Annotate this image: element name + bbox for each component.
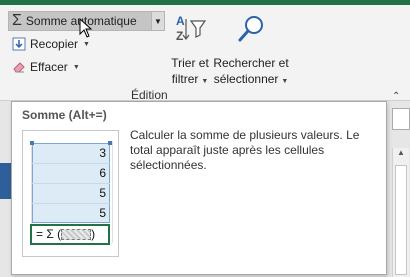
- sigma-icon: Σ: [12, 12, 22, 29]
- example-sum-formula: = Σ (): [30, 224, 110, 245]
- formula-suffix: ): [91, 227, 96, 241]
- clear-button[interactable]: Effacer ▼: [12, 60, 80, 74]
- chevron-down-icon: ▼: [83, 40, 90, 48]
- svg-text:Z: Z: [176, 29, 183, 43]
- formula-prefix: = Σ (: [36, 227, 62, 241]
- tooltip-title: Somme (Alt+=): [22, 108, 107, 122]
- svg-text:A: A: [176, 14, 185, 28]
- chevron-down-icon: ▼: [72, 63, 80, 71]
- name-box-edge[interactable]: [392, 108, 410, 130]
- autosum-tooltip: Somme (Alt+=) Calculer la somme de plusi…: [11, 101, 387, 275]
- fill-down-icon: [12, 37, 26, 51]
- chevron-down-icon: ▼: [199, 78, 209, 85]
- find-select-label-line2: sélectionner: [213, 72, 279, 86]
- magnifier-icon: [213, 13, 289, 45]
- example-value: 3: [99, 146, 106, 160]
- sum-example-illustration: 3 6 5 5 = Σ (): [22, 130, 119, 257]
- ribbon-editing-group: Σ Somme automatique ▼ Recopier ▼ Effacer…: [0, 5, 410, 102]
- fill-label: Recopier: [30, 37, 79, 51]
- find-select-button[interactable]: Rechercher et sélectionner ▼: [213, 13, 289, 90]
- example-value: 6: [99, 166, 106, 180]
- chevron-down-icon: ▼: [154, 16, 162, 26]
- sort-filter-label-line2: filtrer: [171, 72, 199, 86]
- range-placeholder-icon: [61, 229, 92, 240]
- tooltip-description: Calculer la somme de plusieurs valeurs. …: [130, 128, 360, 172]
- chevron-down-icon: ▼: [279, 78, 289, 85]
- sort-filter-icon: A Z: [168, 13, 212, 45]
- selection-handle: [108, 141, 112, 145]
- sort-filter-button[interactable]: A Z Trier et filtrer ▼: [168, 13, 212, 90]
- mouse-pointer-icon: [79, 17, 93, 41]
- sort-filter-label-line1: Trier et: [171, 56, 209, 70]
- scrollbar-thumb[interactable]: [395, 165, 407, 275]
- example-value: 5: [99, 186, 106, 200]
- eraser-icon: [12, 60, 26, 74]
- example-value: 5: [99, 206, 106, 220]
- scroll-up-icon[interactable]: ▲: [395, 148, 407, 162]
- clear-label: Effacer: [30, 60, 68, 74]
- find-select-label-line1: Rechercher et: [213, 56, 289, 70]
- autosum-dropdown-button[interactable]: ▼: [151, 11, 165, 31]
